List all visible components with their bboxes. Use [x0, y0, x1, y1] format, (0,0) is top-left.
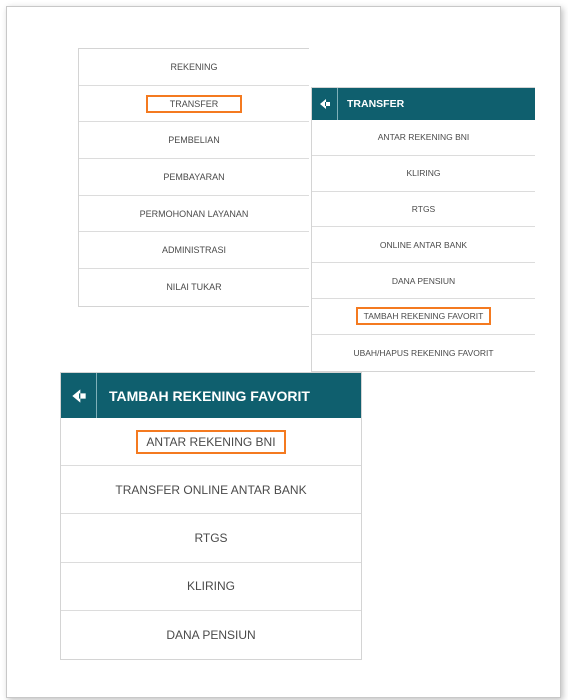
tambah-favorit-header: TAMBAH REKENING FAVORIT	[61, 373, 361, 418]
menu-item-permohonan-layanan[interactable]: PERMOHONAN LAYANAN	[79, 196, 309, 233]
back-button[interactable]	[61, 373, 97, 418]
menu-item-label: RTGS	[411, 203, 436, 214]
menu-item-label: ANTAR REKENING BNI	[136, 429, 286, 454]
transfer-item-dana-pensiun[interactable]: DANA PENSIUN	[312, 263, 535, 299]
menu-item-label: ONLINE ANTAR BANK	[379, 239, 468, 250]
menu-item-label: PEMBELIAN	[168, 135, 220, 146]
back-arrow-icon	[319, 99, 330, 109]
menu-item-rekening[interactable]: REKENING	[79, 49, 309, 86]
transfer-menu: TRANSFER ANTAR REKENING BNI KLIRING RTGS…	[311, 87, 535, 372]
menu-item-label: RTGS	[194, 530, 228, 545]
transfer-item-antar-rekening-bni[interactable]: ANTAR REKENING BNI	[312, 120, 535, 156]
transfer-item-online-antar-bank[interactable]: ONLINE ANTAR BANK	[312, 227, 535, 264]
favorit-item-antar-rekening-bni[interactable]: ANTAR REKENING BNI	[61, 418, 361, 467]
favorit-item-kliring[interactable]: KLIRING	[61, 563, 361, 611]
main-menu: REKENING TRANSFER PEMBELIAN PEMBAYARAN P…	[78, 48, 309, 307]
tambah-favorit-title: TAMBAH REKENING FAVORIT	[109, 387, 310, 404]
menu-item-label: ANTAR REKENING BNI	[377, 132, 470, 143]
menu-item-label: ADMINISTRASI	[161, 245, 226, 256]
menu-item-transfer[interactable]: TRANSFER	[79, 86, 309, 123]
transfer-item-rtgs[interactable]: RTGS	[312, 192, 535, 228]
menu-item-label: PERMOHONAN LAYANAN	[139, 208, 249, 219]
menu-item-label: DANA PENSIUN	[391, 275, 456, 286]
menu-item-label: TRANSFER	[145, 94, 243, 113]
menu-item-label: KLIRING	[406, 168, 441, 179]
back-arrow-icon	[71, 388, 86, 403]
tambah-favorit-menu: TAMBAH REKENING FAVORIT ANTAR REKENING B…	[60, 372, 362, 660]
menu-item-administrasi[interactable]: ADMINISTRASI	[79, 232, 309, 270]
back-button[interactable]	[312, 88, 338, 120]
transfer-item-tambah-rekening-favorit[interactable]: TAMBAH REKENING FAVORIT	[312, 299, 535, 335]
transfer-item-kliring[interactable]: KLIRING	[312, 156, 535, 192]
transfer-menu-header: TRANSFER	[312, 88, 535, 120]
transfer-item-ubah-hapus-rekening-favorit[interactable]: UBAH/HAPUS REKENING FAVORIT	[312, 335, 535, 371]
menu-item-label: UBAH/HAPUS REKENING FAVORIT	[353, 347, 494, 358]
favorit-item-rtgs[interactable]: RTGS	[61, 514, 361, 563]
menu-item-label: DANA PENSIUN	[166, 627, 256, 642]
menu-item-label: PEMBAYARAN	[163, 171, 225, 182]
menu-item-label: REKENING	[170, 61, 218, 72]
favorit-item-transfer-online-antar-bank[interactable]: TRANSFER ONLINE ANTAR BANK	[61, 466, 361, 515]
menu-item-label: TRANSFER ONLINE ANTAR BANK	[115, 482, 307, 497]
menu-item-label: TAMBAH REKENING FAVORIT	[355, 307, 492, 326]
favorit-item-dana-pensiun[interactable]: DANA PENSIUN	[61, 611, 361, 659]
menu-item-pembayaran[interactable]: PEMBAYARAN	[79, 159, 309, 196]
menu-item-nilai-tukar[interactable]: NILAI TUKAR	[79, 269, 309, 306]
menu-item-pembelian[interactable]: PEMBELIAN	[79, 122, 309, 160]
transfer-menu-title: TRANSFER	[347, 98, 405, 110]
menu-item-label: KLIRING	[186, 579, 235, 594]
menu-item-label: NILAI TUKAR	[166, 282, 222, 293]
